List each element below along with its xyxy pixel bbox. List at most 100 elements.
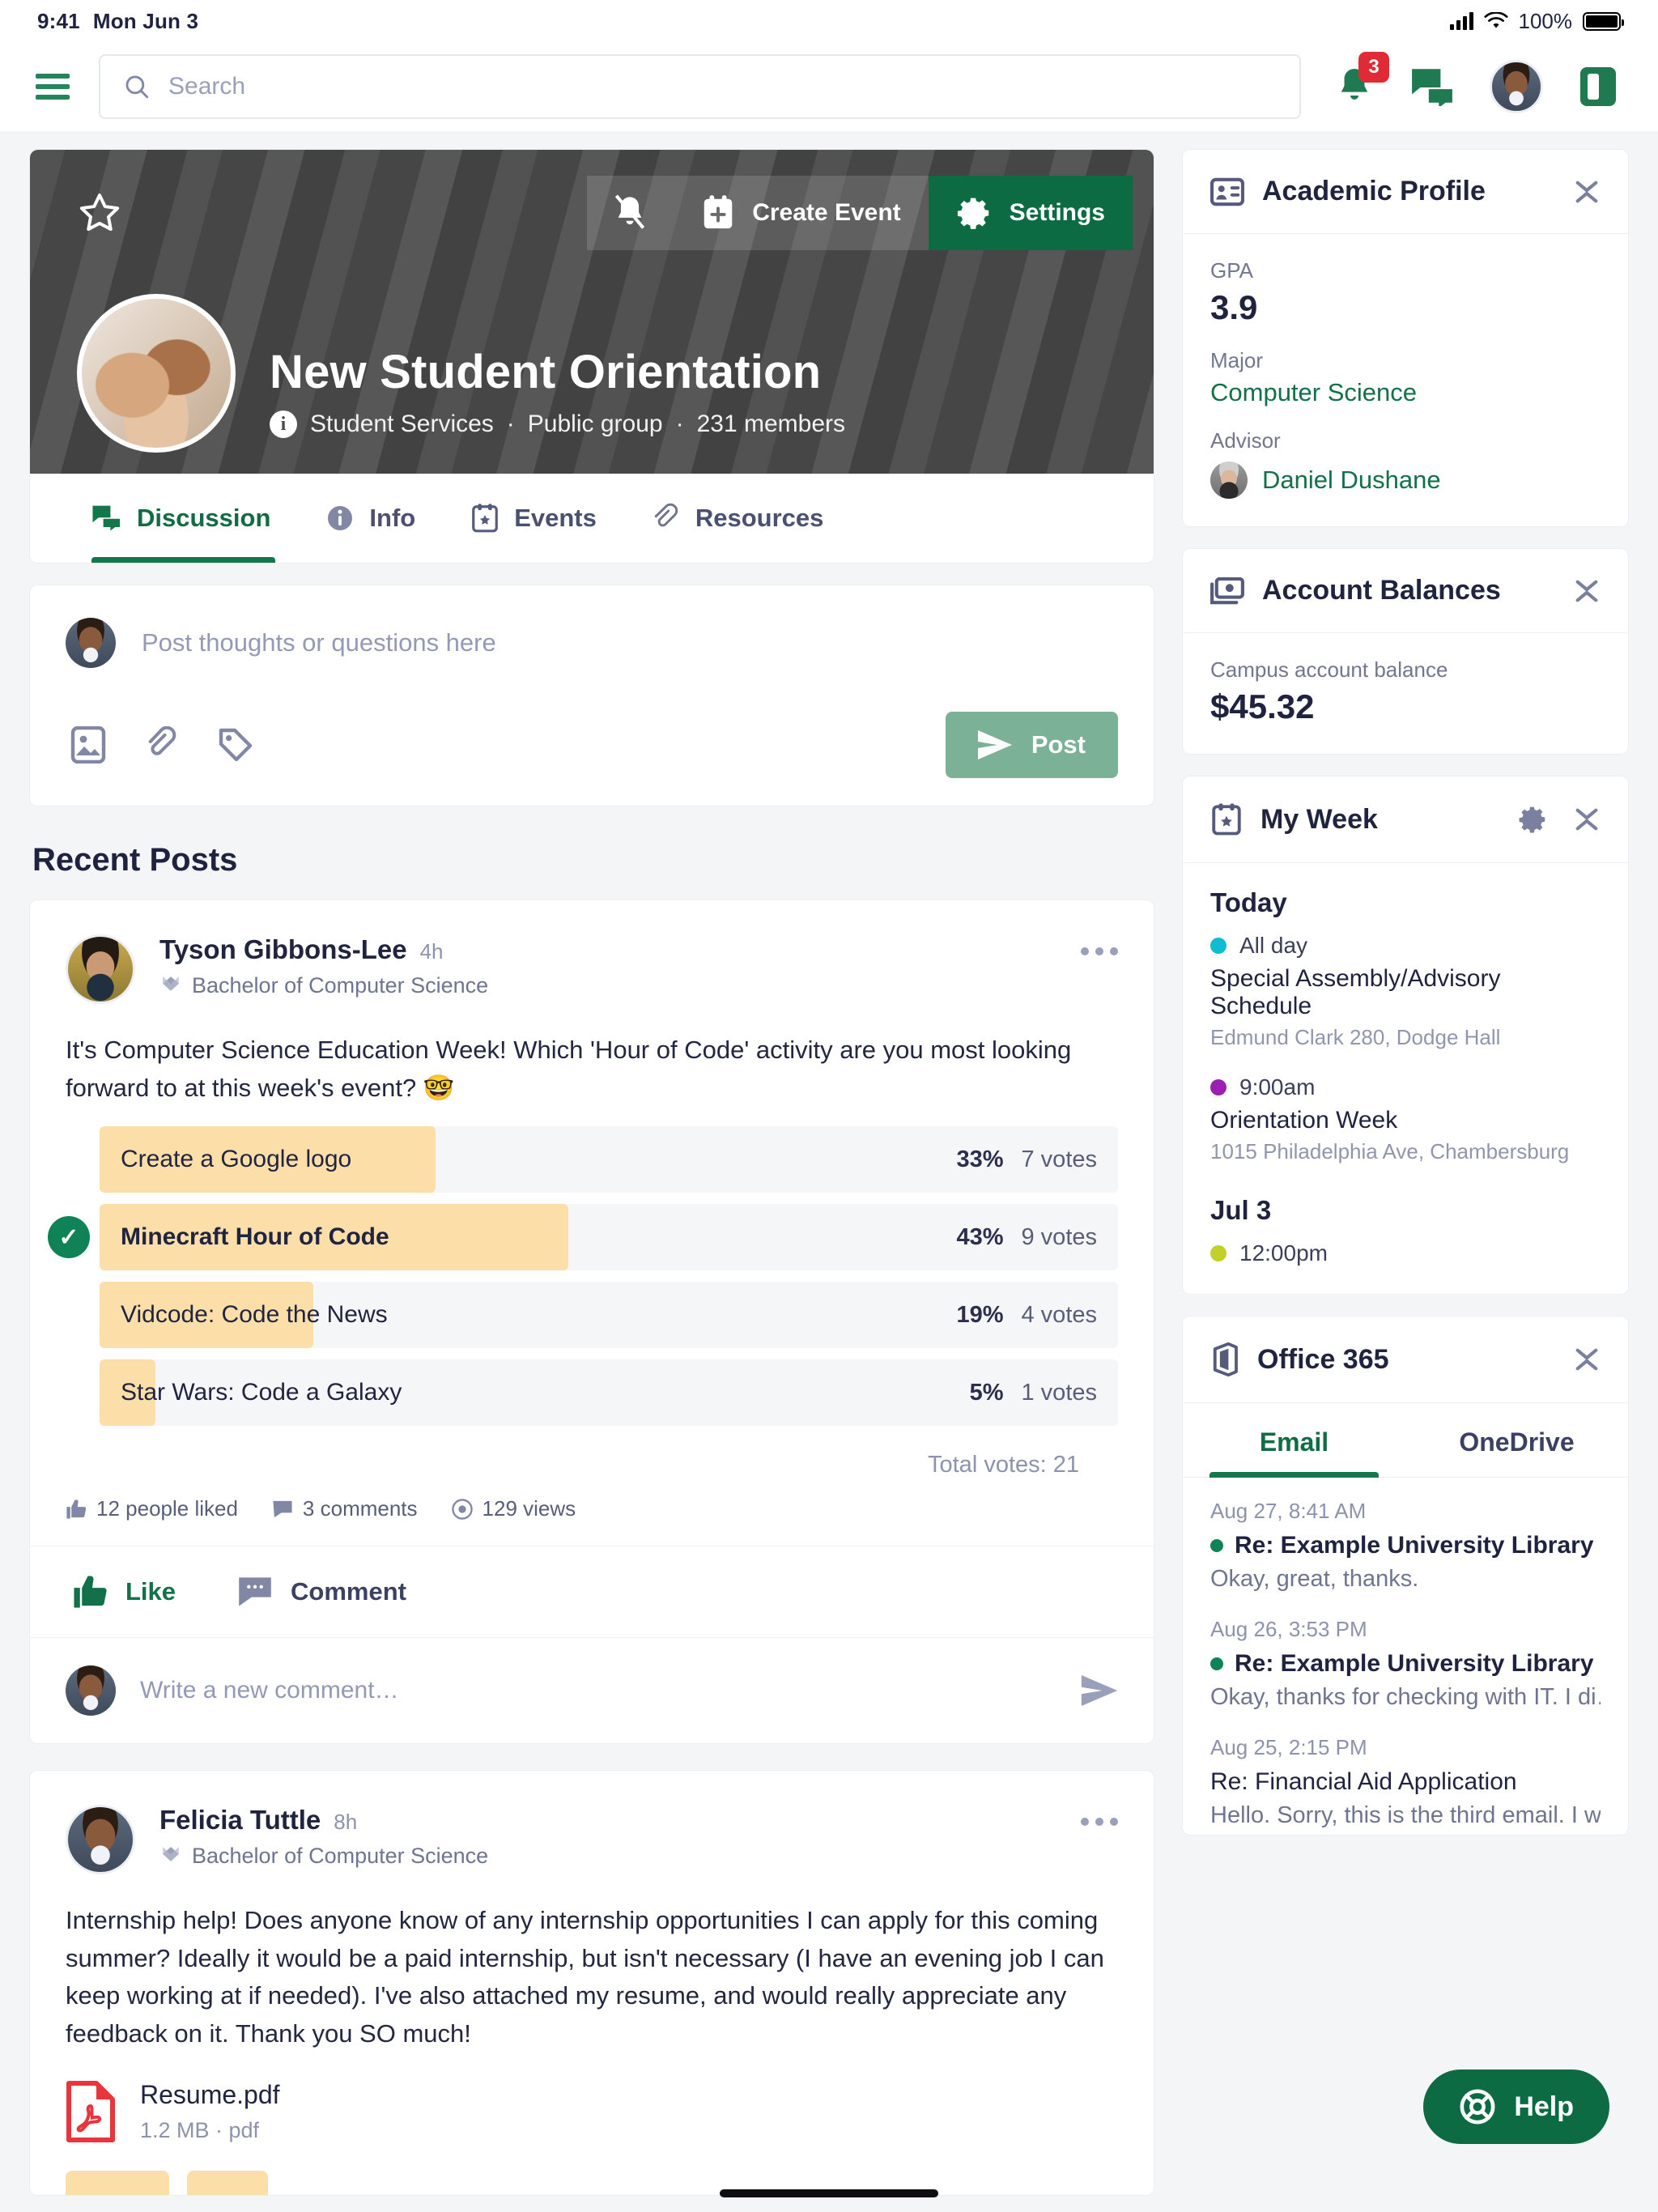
poll-option[interactable]: Star Wars: Code a Galaxy 5% 1 votes <box>100 1359 1118 1426</box>
search-bar[interactable] <box>99 54 1301 119</box>
poll-option-label: Vidcode: Code the News <box>121 1301 388 1328</box>
help-button-label: Help <box>1514 2091 1574 2122</box>
info-icon: i <box>270 410 297 438</box>
account-balances-card: Account Balances Campus account balance … <box>1182 548 1629 755</box>
unread-dot-icon <box>1210 1657 1223 1670</box>
comment-input-placeholder[interactable]: Write a new comment… <box>140 1677 1056 1704</box>
office-icon <box>1213 1342 1238 1376</box>
group-privacy: Public group <box>527 410 663 437</box>
status-date: Mon Jun 3 <box>92 8 199 33</box>
like-button[interactable]: Like <box>72 1574 176 1610</box>
comment-input-row[interactable]: Write a new comment… <box>30 1638 1154 1743</box>
poll-votes: 7 votes <box>1021 1146 1098 1172</box>
post-degree: Bachelor of Computer Science <box>159 1844 488 1869</box>
poll-total-votes: Total votes: 21 <box>928 1452 1079 1478</box>
poll-option[interactable]: Create a Google logo 33% 7 votes <box>100 1126 1118 1193</box>
views-stat: 129 views <box>451 1496 576 1521</box>
wifi-icon <box>1484 12 1507 28</box>
week-event[interactable]: 12:00pm <box>1210 1240 1601 1266</box>
post-button[interactable]: Post <box>945 712 1118 778</box>
event-color-dot <box>1210 1079 1226 1095</box>
week-event[interactable]: All day Special Assembly/Advisory Schedu… <box>1210 933 1601 1050</box>
create-event-button[interactable]: Create Event <box>673 176 929 250</box>
major-value[interactable]: Computer Science <box>1210 378 1601 407</box>
tag-chip[interactable] <box>66 2171 169 2195</box>
event-color-dot <box>1210 1245 1226 1261</box>
email-date: Aug 26, 3:53 PM <box>1210 1617 1367 1641</box>
attachment-name: Resume.pdf <box>140 2080 280 2109</box>
search-input[interactable] <box>168 73 1277 100</box>
avatar[interactable] <box>66 934 135 1004</box>
calendar-star-icon <box>1212 803 1241 836</box>
poll-option[interactable]: Vidcode: Code the News 19% 4 votes <box>100 1282 1118 1348</box>
avatar <box>66 1665 116 1716</box>
collapse-chevrons-icon[interactable] <box>1573 576 1601 606</box>
right-panel-toggle[interactable] <box>1579 64 1618 109</box>
poll-option[interactable]: ✓ Minecraft Hour of Code 43% 9 votes <box>48 1204 1118 1270</box>
pdf-file-icon <box>66 2081 115 2142</box>
post-text: Internship help! Does anyone know of any… <box>66 1906 1104 2048</box>
status-bar-right: 100% <box>1449 9 1624 34</box>
avatar[interactable] <box>1490 60 1543 113</box>
avatar[interactable] <box>66 1805 135 1874</box>
send-icon <box>977 730 1012 759</box>
poll-percent: 19% <box>956 1301 1004 1328</box>
email-date: Aug 27, 8:41 AM <box>1210 1499 1367 1523</box>
post-attachment[interactable]: Resume.pdf 1.2 MB · pdf <box>30 2052 1154 2156</box>
poll-votes: 9 votes <box>1021 1223 1098 1250</box>
app-root: 9:41 Mon Jun 3 100% Search 3 Create Even… <box>0 0 1658 2212</box>
post-author[interactable]: Tyson Gibbons-Lee <box>159 934 407 965</box>
image-icon[interactable] <box>70 726 106 764</box>
attachment-icon[interactable] <box>145 726 179 764</box>
group-avatar <box>77 294 236 453</box>
collapse-chevrons-icon[interactable] <box>1573 1344 1601 1375</box>
poll-percent: 33% <box>956 1146 1004 1172</box>
collapse-chevrons-icon[interactable] <box>1573 177 1601 207</box>
collapse-chevrons-icon[interactable] <box>1573 804 1601 835</box>
office365-tools <box>1573 1344 1601 1375</box>
post-tags <box>30 2156 1154 2195</box>
poll-votes: 1 votes <box>1021 1379 1098 1406</box>
settings-button[interactable]: Settings <box>928 176 1133 250</box>
email-item[interactable]: Aug 26, 3:53 PM Re: Example University L… <box>1210 1617 1601 1711</box>
gear-icon <box>957 198 988 229</box>
tab-resources[interactable]: Resources <box>624 474 852 563</box>
tab-onedrive[interactable]: OneDrive <box>1405 1403 1628 1477</box>
tab-discussion[interactable]: Discussion <box>69 474 298 563</box>
composer-placeholder[interactable]: Post thoughts or questions here <box>142 628 496 657</box>
nav-actions: 3 <box>1334 52 1629 113</box>
post-author[interactable]: Felicia Tuttle <box>159 1805 321 1836</box>
week-event[interactable]: 9:00am Orientation Week 1015 Philadelphi… <box>1210 1074 1601 1164</box>
tag-icon[interactable] <box>218 727 253 763</box>
tab-discussion-label: Discussion <box>137 504 271 532</box>
group-actions: Create Event Settings <box>587 176 1154 250</box>
help-button[interactable]: Help <box>1423 2069 1609 2144</box>
tag-chip[interactable] <box>187 2171 268 2195</box>
poll-percent: 5% <box>969 1379 1004 1406</box>
email-item[interactable]: Aug 27, 8:41 AM Re: Example University L… <box>1210 1499 1601 1593</box>
gear-icon[interactable] <box>1518 804 1549 835</box>
tab-events[interactable]: Events <box>443 474 624 563</box>
main-column: Create Event Settings New Student Orient… <box>29 149 1154 2212</box>
star-icon[interactable] <box>77 190 122 236</box>
send-icon[interactable] <box>1081 1675 1118 1706</box>
group-banner: Create Event Settings New Student Orient… <box>30 150 1154 474</box>
eye-icon <box>451 1498 473 1520</box>
post-more-button[interactable] <box>1081 1805 1118 1826</box>
notifications-button[interactable]: 3 <box>1334 52 1389 108</box>
messages-button[interactable] <box>1410 67 1454 106</box>
money-icon <box>1210 576 1244 604</box>
week-event-time: 9:00am <box>1239 1074 1316 1100</box>
advisor-row[interactable]: Daniel Dushane <box>1210 462 1601 499</box>
tab-info[interactable]: Info <box>298 474 443 563</box>
post-more-button[interactable] <box>1081 934 1118 955</box>
mute-notifications-button[interactable] <box>587 176 674 250</box>
hamburger-icon[interactable] <box>29 63 76 110</box>
tab-email[interactable]: Email <box>1183 1403 1405 1478</box>
comment-button[interactable]: Comment <box>237 1576 406 1608</box>
composer-input-row[interactable]: Post thoughts or questions here <box>66 618 1118 668</box>
email-item[interactable]: Aug 25, 2:15 PM Re: Financial Aid Applic… <box>1210 1735 1601 1829</box>
advisor-name[interactable]: Daniel Dushane <box>1262 466 1441 495</box>
group-header-card: Create Event Settings New Student Orient… <box>29 149 1154 564</box>
my-week-card: My Week Today All day Special Assembly/A… <box>1182 776 1629 1295</box>
